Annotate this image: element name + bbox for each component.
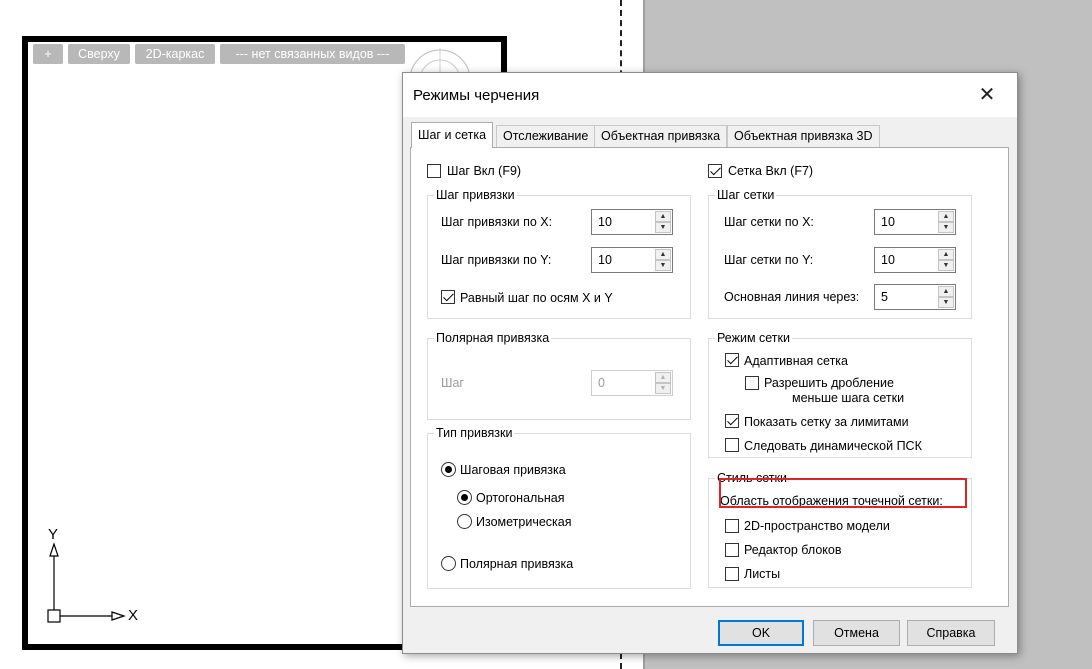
grid-y-label: Шаг сетки по Y: [724,253,814,267]
adaptive-grid-checkbox[interactable] [725,353,739,367]
snap-on-label: Шаг Вкл (F9) [447,164,522,178]
snap-spacing-title: Шаг привязки [434,188,517,202]
rectangular-snap-label: Ортогональная [476,491,565,505]
rectangular-snap-radio[interactable] [457,490,472,505]
spin-up-icon[interactable]: ▲ [655,211,671,222]
ucs-y-label: Y [48,526,59,543]
ok-button[interactable]: OK [718,620,804,646]
tab-tracking[interactable]: Отслеживание [496,125,596,147]
snap-x-spinner[interactable]: 10 ▲ ▼ [591,209,673,235]
spin-down-icon: ▼ [655,383,671,394]
polar-step-label: Шаг [441,376,464,390]
grid-x-label: Шаг сетки по X: [724,215,814,229]
block-editor-checkbox[interactable] [725,543,739,557]
follow-ucs-checkbox[interactable] [725,438,739,452]
major-line-label: Основная линия через: [724,290,860,304]
polar-step-value: 0 [598,376,605,390]
linked-views-button[interactable]: --- нет связанных видов --- [220,44,405,64]
spin-up-icon[interactable]: ▲ [938,211,954,222]
snap-type-title: Тип привязки [434,426,515,440]
help-button[interactable]: Справка [907,620,995,646]
view-top-button[interactable]: Сверху [68,44,130,64]
close-button[interactable]: ✕ [963,79,1011,111]
spin-up-icon: ▲ [655,372,671,383]
adaptive-grid-label: Адаптивная сетка [744,354,849,368]
viewport-controls-button[interactable]: + [33,44,63,64]
grid-snap-radio[interactable] [441,462,456,477]
block-editor-label: Редактор блоков [744,543,842,557]
polar-snap-label: Полярная привязка [460,557,574,571]
snap-y-spinner[interactable]: 10 ▲ ▼ [591,247,673,273]
tab-object-snap[interactable]: Объектная привязка [594,125,728,147]
subdivide-checkbox[interactable] [745,376,759,390]
snap-x-label: Шаг привязки по X: [441,215,553,229]
grid-spacing-group: Шаг сетки Шаг сетки по X: 10 ▲ ▼ Шаг сет… [708,188,972,319]
snap-spacing-group: Шаг привязки Шаг привязки по X: 10 ▲ ▼ Ш… [427,188,691,319]
grid-behavior-group: Режим сетки Адаптивная сетка Разрешить д… [708,331,972,458]
spin-down-icon[interactable]: ▼ [938,260,954,271]
grid-spacing-title: Шаг сетки [715,188,777,202]
ucs-x-label: X [128,607,139,624]
follow-ucs-label: Следовать динамической ПСК [744,439,922,453]
grid-y-spinner[interactable]: 10 ▲ ▼ [874,247,956,273]
sheets-checkbox[interactable] [725,567,739,581]
beyond-limits-label: Показать сетку за лимитами [744,415,909,429]
spin-down-icon[interactable]: ▼ [938,297,954,308]
beyond-limits-checkbox[interactable] [725,414,739,428]
dialog-title: Режимы черчения [413,87,540,104]
major-line-value[interactable]: 5 [881,290,888,304]
tab-panel: Шаг Вкл (F9) Сетка Вкл (F7) Шаг привязки… [410,147,1009,607]
subdivide-label-line2: меньше шага сетки [792,391,905,405]
isometric-snap-radio[interactable] [457,514,472,529]
spin-up-icon[interactable]: ▲ [938,286,954,297]
equal-spacing-label: Равный шаг по осям X и Y [460,291,613,305]
snap-y-value[interactable]: 10 [598,253,612,267]
grid-y-value[interactable]: 10 [881,253,895,267]
polar-spacing-group: Полярная привязка Шаг 0 ▲ ▼ [427,331,691,420]
spin-down-icon[interactable]: ▼ [655,260,671,271]
sheets-label: Листы [744,567,781,581]
cancel-button[interactable]: Отмена [813,620,900,646]
model-space-label: 2D-пространство модели [744,519,890,533]
dialog-titlebar[interactable]: Режимы черчения ✕ [403,73,1017,117]
snap-type-group: Тип привязки Шаговая привязка Ортогональ… [427,426,691,589]
equal-spacing-checkbox[interactable] [441,290,455,304]
spin-down-icon[interactable]: ▼ [938,222,954,233]
model-space-checkbox[interactable] [725,519,739,533]
grid-x-value[interactable]: 10 [881,215,895,229]
visual-style-button[interactable]: 2D-каркас [135,44,215,64]
grid-on-label: Сетка Вкл (F7) [728,164,814,178]
snap-y-label: Шаг привязки по Y: [441,253,552,267]
polar-spacing-title: Полярная привязка [434,331,552,345]
highlight-annotation [719,478,967,508]
grid-snap-label: Шаговая привязка [460,463,566,477]
spin-up-icon[interactable]: ▲ [655,249,671,260]
polar-snap-radio[interactable] [441,556,456,571]
tab-snap-grid[interactable]: Шаг и сетка [411,122,494,148]
tab-object-snap-3d[interactable]: Объектная привязка 3D [727,125,880,147]
spin-up-icon[interactable]: ▲ [938,249,954,260]
snap-on-checkbox[interactable] [427,164,441,178]
grid-on-checkbox[interactable] [708,164,722,178]
drafting-settings-dialog: Режимы черчения ✕ Шаг и сетка Отслеживан… [402,72,1018,654]
close-icon: ✕ [978,84,996,106]
subdivide-label-line1: Разрешить дробление [764,376,894,390]
spin-down-icon[interactable]: ▼ [655,222,671,233]
isometric-snap-label: Изометрическая [476,515,572,529]
snap-x-value[interactable]: 10 [598,215,612,229]
grid-x-spinner[interactable]: 10 ▲ ▼ [874,209,956,235]
major-line-spinner[interactable]: 5 ▲ ▼ [874,284,956,310]
polar-step-spinner: 0 ▲ ▼ [591,370,673,396]
grid-behavior-title: Режим сетки [715,331,792,345]
